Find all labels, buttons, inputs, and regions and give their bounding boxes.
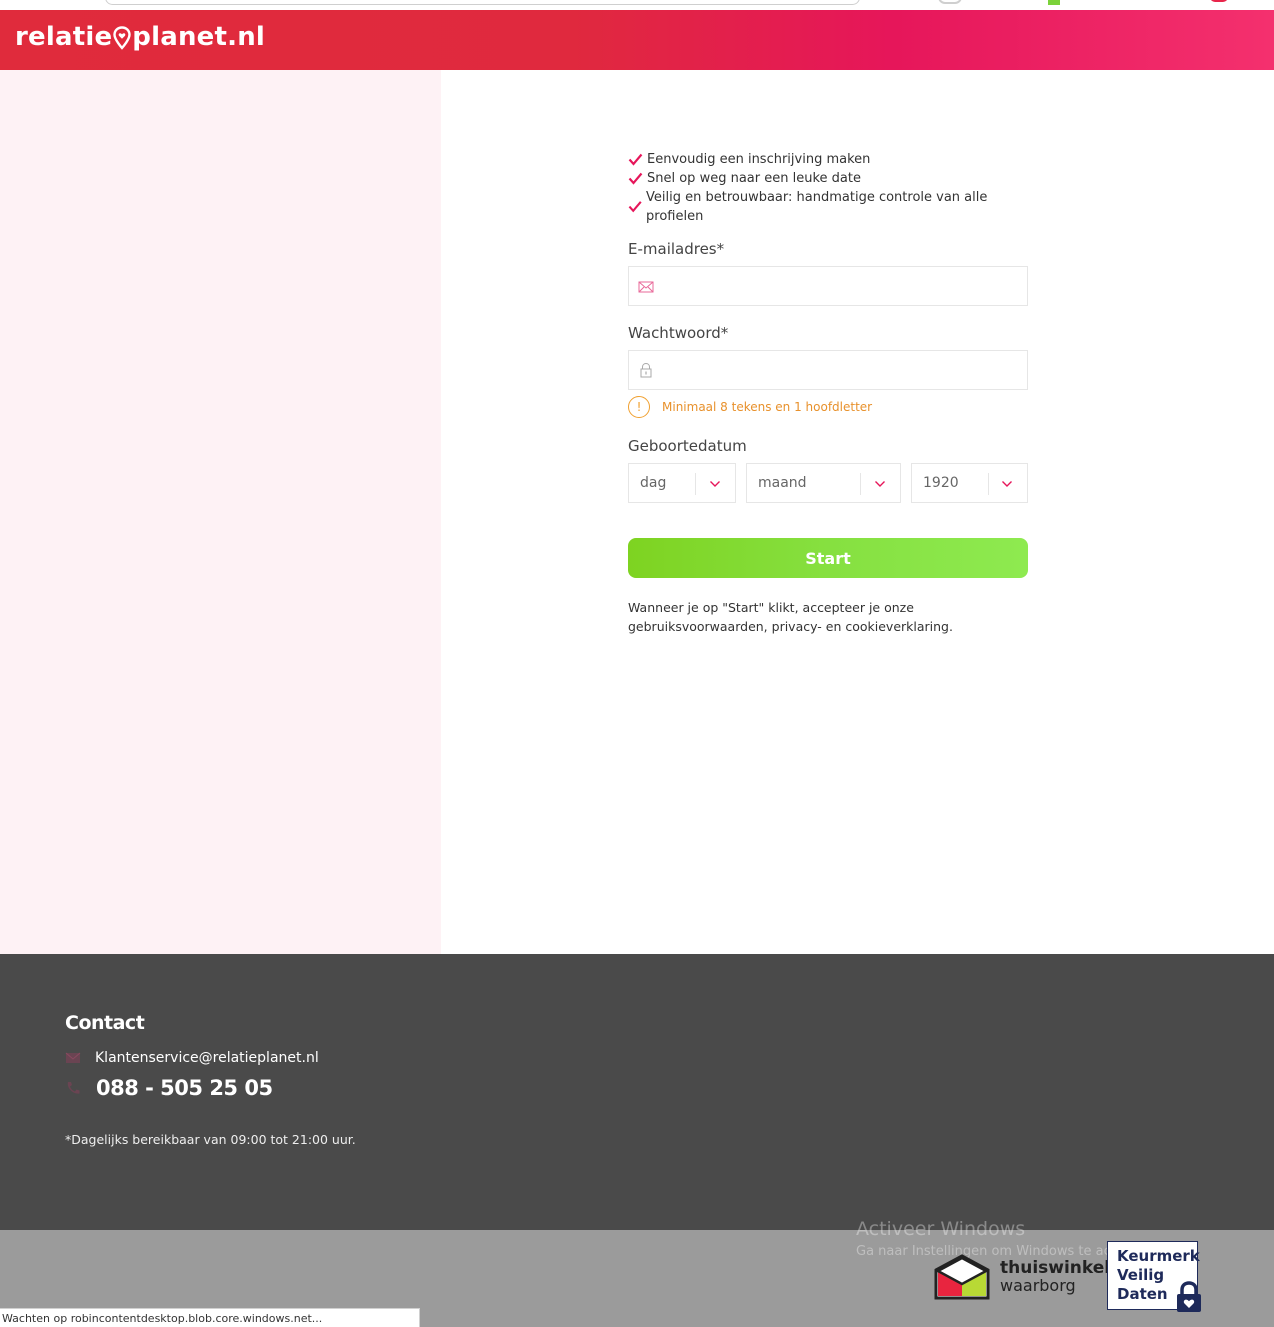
profile-icon[interactable]: [1210, 0, 1228, 2]
day-select-value: dag: [640, 475, 667, 491]
password-hint-text: Minimaal 8 tekens en 1 hoofdletter: [662, 400, 873, 414]
phone-icon: [67, 1082, 80, 1094]
browser-chrome-strip: [0, 0, 1274, 10]
usp-item: Eenvoudig een inschrijving maken: [628, 150, 1028, 169]
chevron-down-icon: [1002, 481, 1012, 487]
checkmark-icon: [628, 153, 643, 166]
browser-button-icon[interactable]: [938, 0, 962, 4]
thuiswinkel-house-icon: [934, 1254, 990, 1300]
thuiswinkel-line1: thuiswinkel: [1000, 1258, 1111, 1278]
thuiswinkel-text: thuiswinkel waarborg: [1000, 1259, 1110, 1295]
lock-icon: [640, 362, 652, 378]
start-button[interactable]: Start: [628, 538, 1028, 578]
select-divider: [695, 473, 696, 495]
thuiswinkel-waarborg-badge[interactable]: thuiswinkel waarborg: [934, 1254, 1110, 1300]
day-select[interactable]: dag: [628, 463, 736, 503]
contact-email-link[interactable]: Klantenservice@relatieplanet.nl: [95, 1050, 319, 1066]
browser-status-bar: Wachten op robincontentdesktop.blob.core…: [0, 1308, 420, 1327]
select-divider: [988, 473, 989, 495]
month-select-value: maand: [758, 475, 807, 491]
contact-footer: Contact Klantenservice@relatieplanet.nl …: [0, 954, 1274, 1230]
password-hint: ! Minimaal 8 tekens en 1 hoofdletter: [628, 396, 872, 418]
keurmerk-line1: Keurmerk: [1117, 1247, 1200, 1265]
password-field-container: [628, 350, 1028, 390]
logo-text-part2: planet.nl: [132, 22, 266, 52]
contact-title: Contact: [65, 1012, 145, 1034]
email-field-container: [628, 266, 1028, 306]
logo-text-part1: relatie: [15, 22, 113, 52]
heart-lock-icon: [1177, 1281, 1201, 1312]
envelope-icon: [638, 281, 654, 293]
location-pin-heart-icon: [113, 26, 131, 50]
warning-icon: !: [628, 396, 650, 418]
email-input[interactable]: [663, 267, 1023, 305]
checkmark-icon: [628, 172, 643, 185]
usp-item: Snel op weg naar een leuke date: [628, 169, 1028, 188]
checkmark-icon: [628, 201, 642, 213]
usp-text: Veilig en betrouwbaar: handmatige contro…: [646, 190, 988, 224]
password-label: Wachtwoord*: [628, 324, 729, 342]
contact-hours: *Dagelijks bereikbaar van 09:00 tot 21:0…: [65, 1132, 356, 1147]
left-image-panel: [0, 70, 441, 954]
thuiswinkel-line2: waarborg: [1000, 1276, 1076, 1295]
contact-phone-link[interactable]: 088 - 505 25 05: [96, 1076, 273, 1100]
email-label: E-mailadres*: [628, 240, 725, 258]
site-logo[interactable]: relatie planet.nl: [15, 22, 265, 52]
usp-text: Snel op weg naar een leuke date: [647, 171, 861, 186]
site-header: relatie planet.nl: [0, 10, 1274, 70]
keurmerk-veilig-daten-badge[interactable]: Keurmerk Veilig Daten: [1107, 1241, 1201, 1312]
year-select[interactable]: 1920: [911, 463, 1028, 503]
chevron-down-icon: [710, 481, 720, 487]
contact-phone-row: 088 - 505 25 05: [65, 1076, 273, 1100]
envelope-icon: [65, 1052, 81, 1063]
password-input[interactable]: [663, 351, 1023, 389]
contact-email-row: Klantenservice@relatieplanet.nl: [65, 1050, 319, 1066]
chevron-down-icon: [875, 481, 885, 487]
year-select-value: 1920: [923, 475, 959, 491]
usp-list: Eenvoudig een inschrijving maken Snel op…: [628, 150, 1028, 226]
extension-icon[interactable]: [1048, 0, 1060, 5]
usp-text: Eenvoudig een inschrijving maken: [647, 152, 871, 167]
month-select[interactable]: maand: [746, 463, 901, 503]
address-bar[interactable]: [105, 0, 860, 5]
windows-activation-title: Activeer Windows: [856, 1218, 1026, 1240]
select-divider: [860, 473, 861, 495]
birthdate-label: Geboortedatum: [628, 437, 747, 455]
usp-item: Veilig en betrouwbaar: handmatige contro…: [628, 188, 1028, 226]
terms-text: Wanneer je op "Start" klikt, accepteer j…: [628, 600, 953, 634]
